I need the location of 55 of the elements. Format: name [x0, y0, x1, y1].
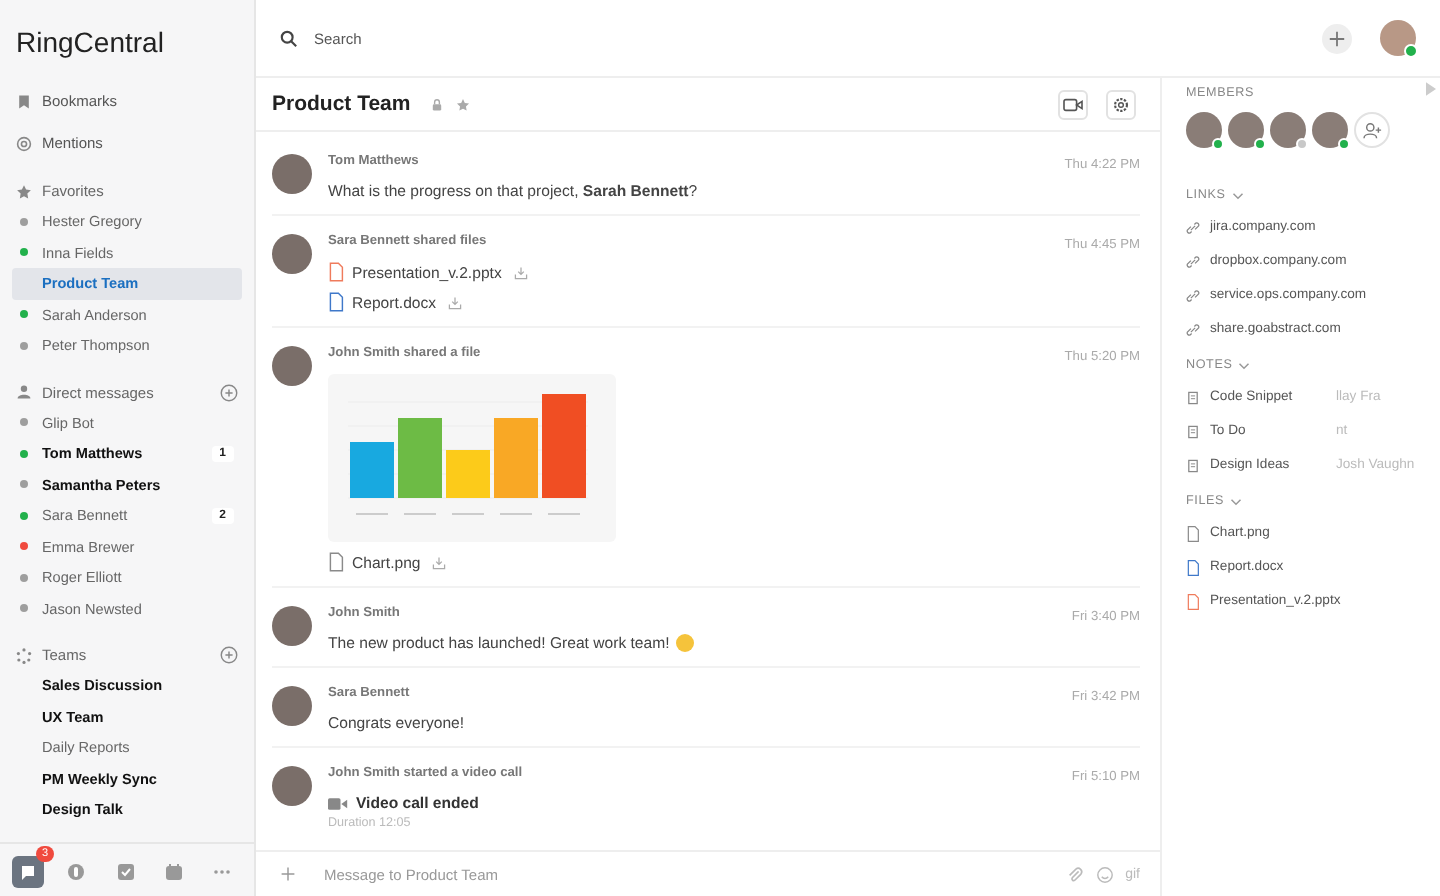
- user-avatar[interactable]: [1380, 20, 1416, 56]
- link-icon: [1186, 321, 1200, 337]
- avatar[interactable]: [272, 686, 312, 726]
- member-avatar[interactable]: [1228, 112, 1264, 148]
- chevron-down-icon[interactable]: [1238, 361, 1251, 369]
- note-icon: [1186, 389, 1200, 405]
- search-icon: [280, 29, 298, 47]
- image-file-icon: [328, 552, 344, 572]
- smiley-icon[interactable]: [1095, 865, 1114, 883]
- avatar[interactable]: [272, 606, 312, 646]
- checkbox-icon: [115, 862, 135, 882]
- download-icon[interactable]: [513, 265, 528, 279]
- link-icon: [1186, 253, 1200, 269]
- conversation-title: Product Team: [272, 92, 411, 116]
- note-icon: [1186, 423, 1200, 439]
- member-avatar[interactable]: [1270, 112, 1306, 148]
- add-person-icon: [1361, 121, 1383, 139]
- chart-thumbnail-drawing[interactable]: [328, 374, 616, 542]
- document-file-icon: [1186, 559, 1200, 575]
- link-icon: [1186, 287, 1200, 303]
- member-avatar[interactable]: [1312, 112, 1348, 148]
- bookmark-icon: [16, 93, 32, 109]
- star-icon: [16, 183, 32, 199]
- star-icon[interactable]: [456, 97, 471, 111]
- member-avatar[interactable]: [1186, 112, 1222, 148]
- avatar[interactable]: [272, 234, 312, 274]
- download-icon[interactable]: [432, 555, 447, 569]
- video-camera-icon: [1062, 95, 1084, 113]
- plus-icon: [1328, 29, 1346, 47]
- settings-button[interactable]: [1106, 89, 1136, 119]
- chat-tab[interactable]: [12, 856, 44, 888]
- attachment-icon[interactable]: [1065, 865, 1084, 883]
- avatar[interactable]: [272, 154, 312, 194]
- avatar[interactable]: [272, 346, 312, 386]
- settings-icon: [1112, 95, 1130, 113]
- chevron-down-icon[interactable]: [1231, 191, 1244, 199]
- note-icon: [1186, 457, 1200, 473]
- avatar[interactable]: [272, 766, 312, 806]
- add-button[interactable]: [1322, 23, 1352, 53]
- chevron-down-icon[interactable]: [1230, 497, 1242, 505]
- chat-icon: [18, 862, 38, 882]
- calendar-icon: [163, 862, 184, 882]
- video-camera-icon: [328, 795, 348, 811]
- add-member-button[interactable]: [1354, 112, 1390, 148]
- document-file-icon: [1186, 593, 1200, 609]
- add-icon[interactable]: [220, 383, 238, 401]
- image-file-icon: [1186, 525, 1200, 541]
- person-icon: [16, 384, 32, 400]
- plus-icon[interactable]: [280, 866, 296, 882]
- link-icon: [1186, 219, 1200, 235]
- download-icon[interactable]: [448, 295, 463, 309]
- teams-icon: [16, 647, 32, 663]
- add-icon[interactable]: [220, 646, 238, 664]
- video-call-button[interactable]: [1058, 89, 1088, 119]
- app-title: RingCentral: [14, 24, 166, 62]
